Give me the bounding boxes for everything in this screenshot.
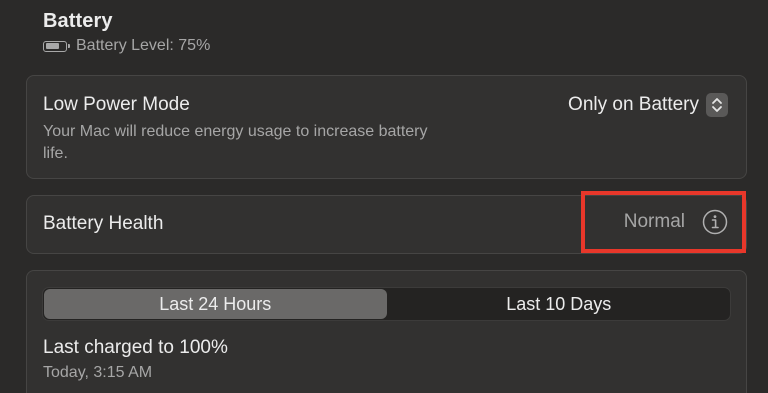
battery-settings-pane: Battery Battery Level: 75% Low Power Mod… [0,0,768,393]
battery-fill [45,43,59,49]
battery-level-row: Battery Level: 75% [43,37,210,55]
low-power-mode-value[interactable]: Only on Battery [568,94,699,116]
up-down-chevron-icon[interactable] [706,93,728,117]
last-charged-time: Today, 3:15 AM [43,364,153,381]
tab-last-10-days[interactable]: Last 10 Days [388,288,731,320]
low-power-mode-label: Low Power Mode [43,94,190,115]
low-power-mode-description: Your Mac will reduce energy usage to inc… [43,123,428,162]
battery-icon [43,40,70,52]
low-power-mode-card: Low Power Mode Your Mac will reduce ener… [26,75,747,179]
page-title: Battery [43,10,113,32]
battery-nub [68,44,70,48]
battery-header: Battery Battery Level: 75% [43,10,210,55]
low-power-mode-select[interactable]: Only on Battery [568,93,728,117]
battery-usage-card: Last 24 Hours Last 10 Days Last charged … [26,270,747,393]
last-charged-label: Last charged to 100% [43,337,228,358]
battery-level-text: Battery Level: 75% [76,37,211,54]
battery-health-label: Battery Health [43,213,164,234]
highlight-box [581,191,746,253]
time-range-segmented-control: Last 24 Hours Last 10 Days [42,287,731,321]
tab-last-24-hours[interactable]: Last 24 Hours [44,289,387,319]
